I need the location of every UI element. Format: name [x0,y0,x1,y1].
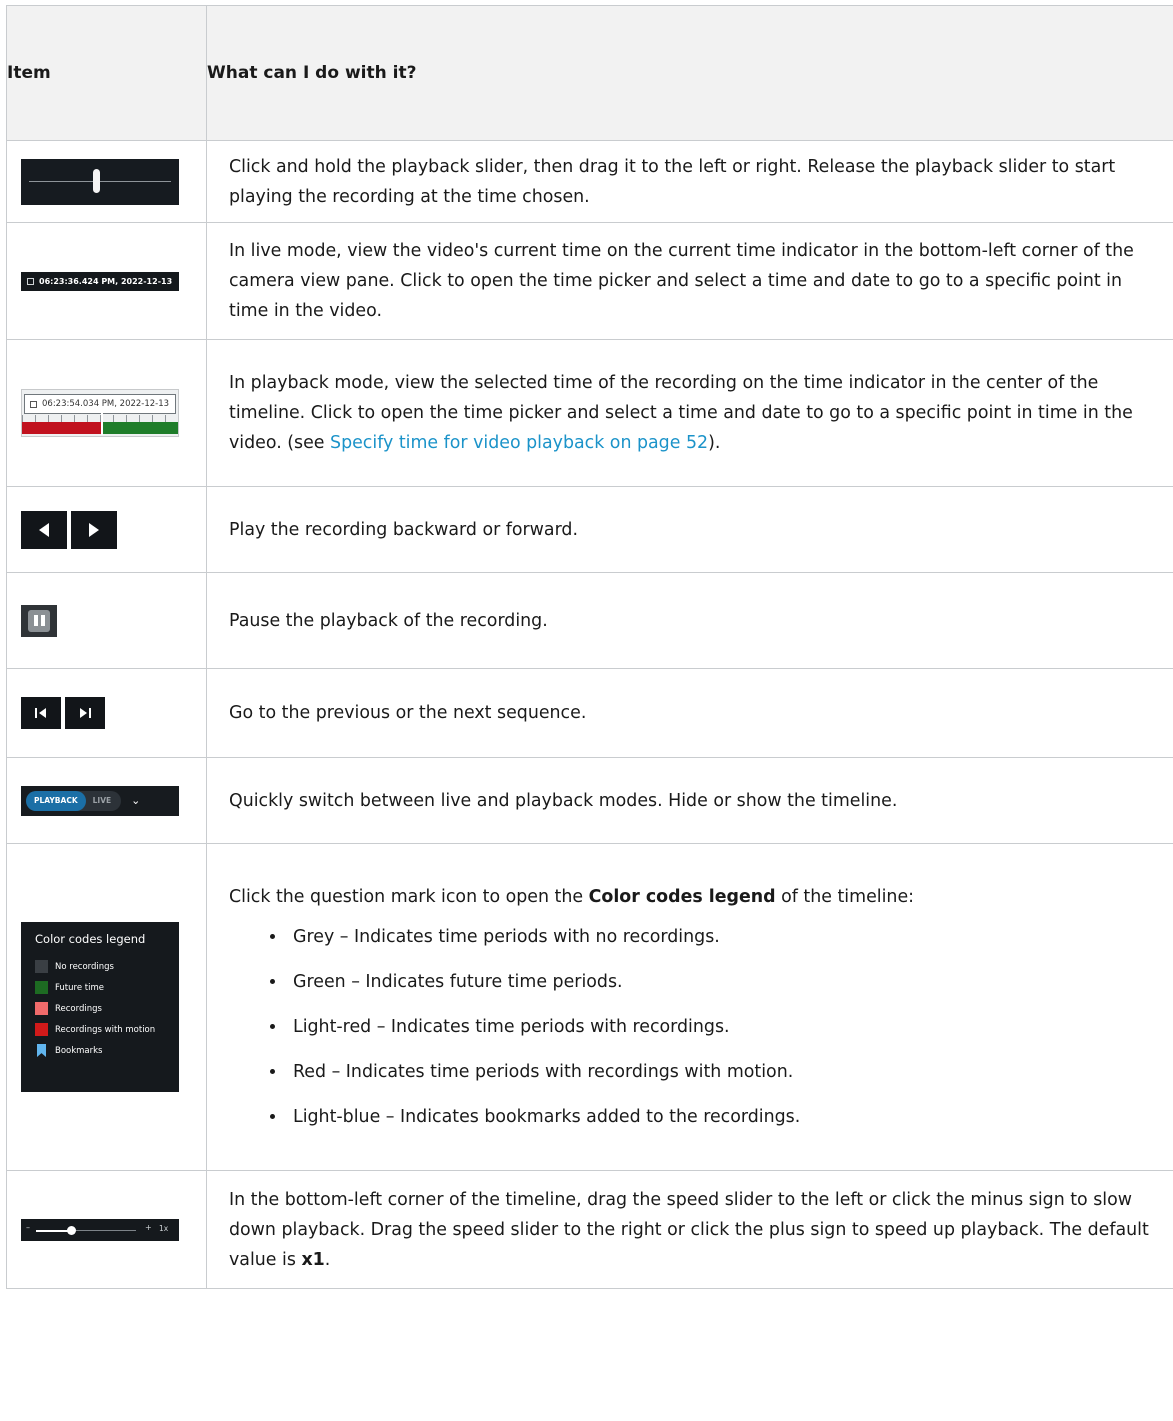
item-cell [6,572,207,669]
playback-mode-label: PLAYBACK [26,790,86,811]
item-cell [6,140,207,223]
double-chevron-down-icon: ⌄ [131,794,141,807]
description-cell: Click the question mark icon to open the… [206,843,1173,1171]
mode-switch-image: PLAYBACK LIVE ⌄ [21,785,179,816]
item-table: Item What can I do with it? Click and ho… [6,5,1173,1289]
description-cell: Play the recording backward or forward. [206,486,1173,573]
table-row: 06:23:36.424 PM, 2022-12-13 In live mode… [6,222,1173,340]
speed-track-filled [36,1229,70,1232]
table-row: Go to the previous or the next sequence. [6,668,1173,758]
description-cell: In the bottom-left corner of the timelin… [206,1170,1173,1289]
text-after: of the timeline: [775,887,915,907]
legend-title: Color codes legend [35,932,146,946]
calendar-icon [27,277,34,285]
item-cell: 06:23:54.034 PM, 2022-12-13 [6,339,207,487]
play-forward-icon [71,510,117,549]
previous-sequence-icon [21,697,61,729]
slider-track [29,180,171,182]
item-cell: – + 1x [6,1170,207,1289]
table-row: PLAYBACK LIVE ⌄ Quickly switch between l… [6,757,1173,844]
item-cell [6,486,207,573]
bookmark-icon [37,1044,46,1057]
table-row: Play the recording backward or forward. [6,486,1173,573]
description-cell: Click and hold the playback slider, then… [206,140,1173,223]
description-cell: Go to the previous or the next sequence. [206,668,1173,758]
live-mode-label: LIVE [92,796,112,805]
speed-knob [67,1225,76,1235]
bold-text: Color codes legend [588,887,776,907]
header-item: Item [6,5,207,141]
text-after: . [324,1249,331,1270]
calendar-icon [30,400,37,408]
current-time-indicator-image: 06:23:36.424 PM, 2022-12-13 [21,271,179,291]
slider-thumb [93,168,100,193]
item-cell: PLAYBACK LIVE ⌄ [6,757,207,844]
list-item: Red – Indicates time periods with record… [287,1057,1161,1087]
legend-item: Bookmarks [35,1040,179,1061]
color-codes-legend-image: Color codes legend No recordings Future … [21,922,179,1092]
table-row: – + 1x In the bottom-left corner of the … [6,1170,1173,1289]
mode-toggle: PLAYBACK LIVE [26,790,122,811]
current-time-text: 06:23:36.424 PM, 2022-12-13 [39,276,173,286]
time-marker [101,413,103,435]
list-item: Light-red – Indicates time periods with … [287,1012,1161,1042]
time-box: 06:23:54.034 PM, 2022-12-13 [24,394,176,414]
play-backward-icon [21,510,67,549]
legend-bullet-list: Grey – Indicates time periods with no re… [229,922,1161,1132]
bold-text: x1 [301,1249,325,1270]
table-row: Pause the playback of the recording. [6,572,1173,669]
speed-track [76,1229,136,1231]
playback-time-indicator-image: 06:23:54.034 PM, 2022-12-13 [21,389,179,437]
item-cell [6,668,207,758]
minus-sign: – [26,1222,30,1232]
item-cell: Color codes legend No recordings Future … [6,843,207,1171]
legend-item: No recordings [35,956,179,977]
legend-item: Recordings [35,998,179,1019]
next-sequence-icon [65,697,105,729]
header-what: What can I do with it? [206,5,1173,141]
description-cell: Pause the playback of the recording. [206,572,1173,669]
list-item: Grey – Indicates time periods with no re… [287,922,1161,952]
table-row: Click and hold the playback slider, then… [6,140,1173,223]
speed-slider-image: – + 1x [21,1218,179,1241]
playback-slider-image [21,158,179,205]
page-link[interactable]: Specify time for video playback on page … [330,433,708,453]
table-row: 06:23:54.034 PM, 2022-12-13 In playback … [6,339,1173,487]
plus-sign: + [145,1222,152,1232]
text-before: Click the question mark icon to open the [229,887,589,907]
description-cell: In playback mode, view the selected time… [206,339,1173,487]
description-cell: Quickly switch between live and playback… [206,757,1173,844]
recordings-with-motion-segment [22,422,102,434]
item-cell: 06:23:36.424 PM, 2022-12-13 [6,222,207,340]
timeline-ticks [22,415,178,422]
text-after: ). [708,433,721,453]
list-item: Light-blue – Indicates bookmarks added t… [287,1102,1161,1132]
legend-item: Future time [35,977,179,998]
playback-time-text: 06:23:54.034 PM, 2022-12-13 [42,399,170,409]
pause-icon [21,604,57,637]
future-time-segment [102,422,178,434]
table-header-row: Item What can I do with it? [6,5,1173,141]
description-cell: In live mode, view the video's current t… [206,222,1173,340]
table-row: Color codes legend No recordings Future … [6,843,1173,1171]
text-before: In the bottom-left corner of the timelin… [229,1189,1149,1270]
speed-value: 1x [159,1223,169,1233]
list-item: Green – Indicates future time periods. [287,967,1161,997]
legend-item: Recordings with motion [35,1019,179,1040]
